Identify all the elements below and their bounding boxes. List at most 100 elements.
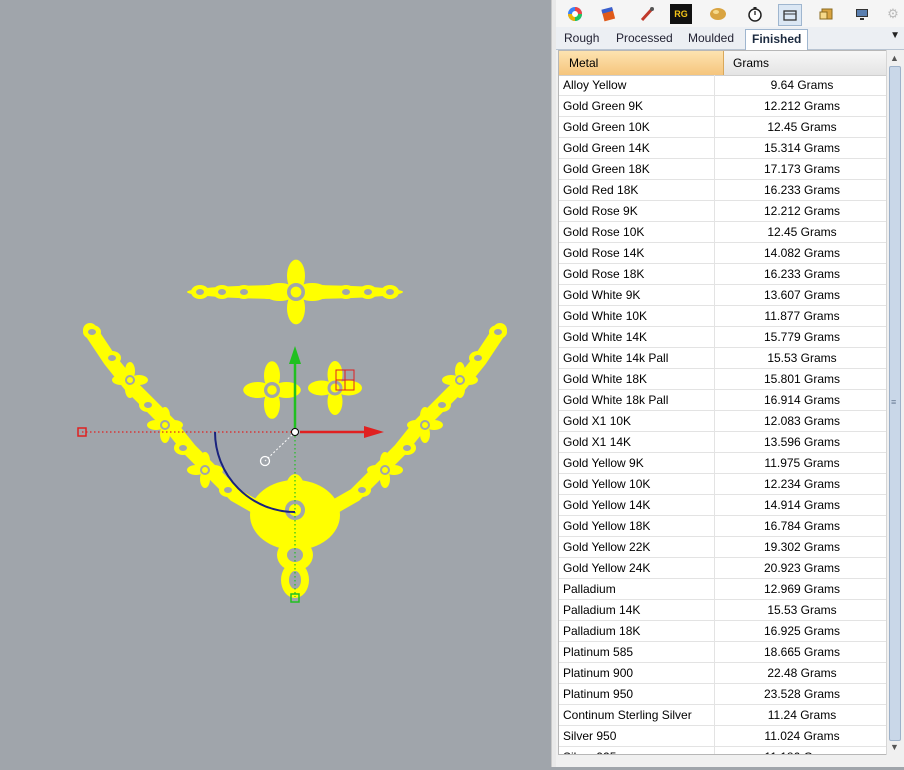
table-row[interactable]: Palladium 12.969 Grams: [559, 579, 889, 600]
table-header: Metal Grams: [559, 51, 889, 76]
table-row[interactable]: Gold Green 14K 15.314 Grams: [559, 138, 889, 159]
gem-icon[interactable]: [816, 4, 838, 24]
gumball-x-arrow: [364, 426, 384, 438]
ring-mould-icon[interactable]: [778, 4, 802, 26]
table-row[interactable]: Gold Green 9K 12.212 Grams: [559, 96, 889, 117]
rg-logo-icon[interactable]: RG: [670, 4, 692, 24]
table-row[interactable]: Gold Yellow 10K 12.234 Grams: [559, 474, 889, 495]
grams-value-cell: 12.083 Grams: [763, 414, 841, 428]
table-row[interactable]: Gold Rose 18K 16.233 Grams: [559, 264, 889, 285]
table-row[interactable]: Palladium 18K 16.925 Grams: [559, 621, 889, 642]
metal-name-cell: Platinum 585: [559, 642, 715, 662]
tab-processed[interactable]: Processed: [610, 29, 679, 49]
metal-name-cell: Platinum 900: [559, 663, 715, 683]
metal-name-cell: Gold White 18k Pall: [559, 390, 715, 410]
table-row[interactable]: Gold Rose 9K 12.212 Grams: [559, 201, 889, 222]
necklace-left-arm: [83, 323, 277, 522]
vertical-scrollbar[interactable]: ▲ ≡ ▼: [886, 50, 903, 755]
table-row[interactable]: Gold White 18k Pall 16.914 Grams: [559, 390, 889, 411]
table-row[interactable]: Platinum 900 22.48 Grams: [559, 663, 889, 684]
scroll-down-icon[interactable]: ▼: [890, 742, 899, 752]
stopwatch-icon[interactable]: [744, 4, 766, 24]
tab-rough[interactable]: Rough: [558, 29, 605, 49]
grams-value-cell: 12.45 Grams: [767, 225, 837, 239]
earring-left: [243, 361, 301, 419]
metal-name-cell: Gold Green 14K: [559, 138, 715, 158]
scroll-up-icon[interactable]: ▲: [890, 53, 899, 63]
column-header-grams[interactable]: Grams: [723, 51, 889, 75]
metal-name-cell: Gold Yellow 18K: [559, 516, 715, 536]
table-row[interactable]: Gold White 18K 15.801 Grams: [559, 369, 889, 390]
metal-name-cell: Gold Yellow 24K: [559, 558, 715, 578]
gumball-y-arrow: [289, 346, 301, 364]
metal-name-cell: Palladium 18K: [559, 621, 715, 641]
metal-weight-panel: RG ⚙ Rough Processed Moulded Finished ▼ …: [556, 0, 904, 767]
table-row[interactable]: Silver 925 11.186 Grams: [559, 747, 889, 754]
table-row[interactable]: Gold Rose 10K 12.45 Grams: [559, 222, 889, 243]
tab-finished[interactable]: Finished: [745, 29, 809, 50]
metal-name-cell: Gold White 14K: [559, 327, 715, 347]
grams-value-cell: 15.779 Grams: [763, 330, 841, 344]
grams-value-cell: 11.877 Grams: [764, 309, 840, 323]
gold-blob-icon[interactable]: [707, 4, 729, 24]
grams-value-cell: 12.212 Grams: [763, 99, 841, 113]
table-row[interactable]: Continum Sterling Silver 11.24 Grams: [559, 705, 889, 726]
color-wheel-icon[interactable]: [564, 4, 586, 24]
top-ornament: [187, 259, 403, 325]
metal-name-cell: Palladium: [559, 579, 715, 599]
grams-value-cell: 16.914 Grams: [763, 393, 841, 407]
metal-name-cell: Gold Rose 9K: [559, 201, 715, 221]
table-row[interactable]: Gold Yellow 22K 19.302 Grams: [559, 537, 889, 558]
grams-value-cell: 11.024 Grams: [764, 729, 840, 743]
viewport-3d[interactable]: [0, 0, 551, 767]
weight-stage-tabs: Rough Processed Moulded Finished ▼: [556, 27, 904, 50]
table-row[interactable]: Gold Yellow 14K 14.914 Grams: [559, 495, 889, 516]
grams-value-cell: 15.314 Grams: [763, 141, 841, 155]
table-row[interactable]: Gold Yellow 18K 16.784 Grams: [559, 516, 889, 537]
table-row[interactable]: Gold Yellow 24K 20.923 Grams: [559, 558, 889, 579]
metal-name-cell: Gold White 18K: [559, 369, 715, 389]
necklace-right-arm: [313, 323, 507, 522]
grams-value-cell: 13.596 Grams: [763, 435, 841, 449]
table-row[interactable]: Gold Red 18K 16.233 Grams: [559, 180, 889, 201]
scrollbar-thumb[interactable]: ≡: [889, 66, 901, 741]
grams-value-cell: 15.53 Grams: [767, 603, 837, 617]
table-row[interactable]: Alloy Yellow 9.64 Grams: [559, 75, 889, 96]
table-row[interactable]: Gold Yellow 9K 11.975 Grams: [559, 453, 889, 474]
table-row[interactable]: Gold White 10K 11.877 Grams: [559, 306, 889, 327]
table-row[interactable]: Gold White 14k Pall 15.53 Grams: [559, 348, 889, 369]
jewelry-model-canvas[interactable]: [0, 0, 551, 767]
metal-name-cell: Alloy Yellow: [559, 75, 715, 95]
table-row[interactable]: Gold X1 14K 13.596 Grams: [559, 432, 889, 453]
table-row[interactable]: Gold Green 18K 17.173 Grams: [559, 159, 889, 180]
grams-value-cell: 16.784 Grams: [763, 519, 841, 533]
table-row[interactable]: Silver 950 11.024 Grams: [559, 726, 889, 747]
metal-name-cell: Gold Green 18K: [559, 159, 715, 179]
table-row[interactable]: Gold Rose 14K 14.082 Grams: [559, 243, 889, 264]
table-row[interactable]: Platinum 950 23.528 Grams: [559, 684, 889, 705]
table-row[interactable]: Palladium 14K 15.53 Grams: [559, 600, 889, 621]
grams-value-cell: 16.233 Grams: [763, 267, 841, 281]
grams-value-cell: 16.233 Grams: [763, 183, 841, 197]
table-row[interactable]: Gold X1 10K 12.083 Grams: [559, 411, 889, 432]
paint-bucket-icon[interactable]: [598, 4, 620, 24]
settings-icon[interactable]: ⚙: [882, 4, 904, 24]
grams-value-cell: 20.923 Grams: [763, 561, 841, 575]
grams-value-cell: 12.969 Grams: [763, 582, 841, 596]
table-row[interactable]: Platinum 585 18.665 Grams: [559, 642, 889, 663]
metal-name-cell: Palladium 14K: [559, 600, 715, 620]
metal-name-cell: Gold Red 18K: [559, 180, 715, 200]
brush-icon[interactable]: [636, 4, 658, 24]
metal-name-cell: Gold X1 14K: [559, 432, 715, 452]
metal-name-cell: Gold X1 10K: [559, 411, 715, 431]
grams-value-cell: 15.801 Grams: [763, 372, 841, 386]
tab-moulded[interactable]: Moulded: [682, 29, 740, 49]
monitor-icon[interactable]: [851, 4, 873, 24]
table-row[interactable]: Gold White 9K 13.607 Grams: [559, 285, 889, 306]
metal-name-cell: Gold Green 9K: [559, 96, 715, 116]
chevron-down-icon[interactable]: ▼: [890, 30, 900, 41]
column-header-metal[interactable]: Metal: [559, 51, 724, 75]
grams-value-cell: 12.234 Grams: [763, 477, 841, 491]
table-row[interactable]: Gold Green 10K 12.45 Grams: [559, 117, 889, 138]
table-row[interactable]: Gold White 14K 15.779 Grams: [559, 327, 889, 348]
